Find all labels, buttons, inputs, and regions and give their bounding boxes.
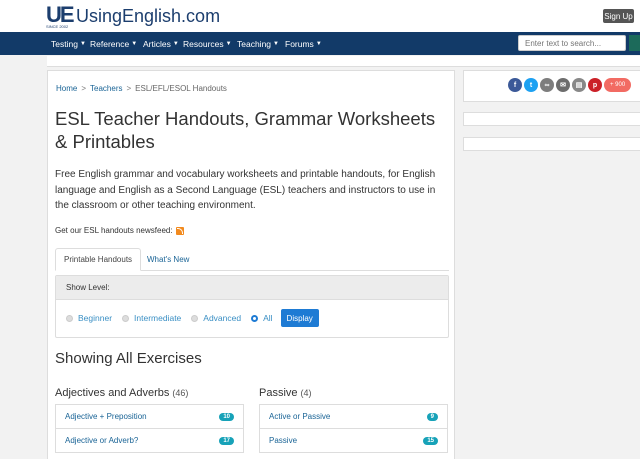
content-strip — [47, 56, 640, 67]
count-badge: 17 — [219, 436, 234, 445]
radio-advanced[interactable] — [191, 314, 199, 322]
radio-beginner[interactable] — [66, 314, 73, 322]
nav-articles[interactable]: Articles ▼ — [143, 32, 179, 55]
category-list: Active or Passive 9 Passive 15 — [259, 404, 448, 453]
category-heading: Adjectives and Adverbs (46) — [55, 387, 189, 399]
caret-down-icon: ▼ — [131, 40, 138, 47]
breadcrumb-home[interactable]: Home — [56, 84, 77, 93]
level-beginner-option[interactable]: Beginner — [66, 313, 112, 323]
logo-mark: UE SINCE 2002 — [46, 2, 75, 30]
email-icon[interactable]: ✉ — [556, 78, 570, 92]
caret-down-icon: ▼ — [273, 40, 279, 47]
page-intro: Free English grammar and vocabulary work… — [55, 169, 436, 211]
display-button[interactable]: Display — [280, 309, 319, 327]
top-bar: UE SINCE 2002 UsingEnglish.com Sign Up — [0, 0, 640, 32]
sidebar-box — [463, 112, 640, 126]
list-item[interactable]: Adjective or Adverb? 17 — [56, 429, 243, 453]
pinterest-icon[interactable]: p — [588, 78, 602, 92]
list-item[interactable]: Adjective + Preposition 10 — [56, 405, 243, 429]
radio-intermediate[interactable] — [122, 314, 130, 322]
share-count-button[interactable]: + 900 — [604, 78, 632, 92]
breadcrumb: Home > Teachers > ESL/EFL/ESOL Handouts — [56, 84, 227, 93]
sign-up-button[interactable]: Sign Up — [603, 9, 634, 23]
main-content: Home > Teachers > ESL/EFL/ESOL Handouts ESL … — [47, 70, 455, 459]
caret-down-icon: ▼ — [172, 40, 179, 47]
search-input[interactable] — [518, 35, 626, 51]
facebook-icon[interactable]: f — [508, 78, 522, 92]
rss-icon[interactable] — [175, 226, 184, 235]
count-badge: 9 — [426, 412, 438, 421]
breadcrumb-current: ESL/EFL/ESOL Handouts — [135, 84, 227, 93]
level-advanced-option[interactable]: Advanced — [191, 313, 241, 323]
count-badge: 10 — [219, 412, 234, 421]
level-filter-panel: Show Level: Beginner Intermediate Advanc… — [55, 275, 449, 338]
caret-down-icon: ▼ — [79, 40, 86, 47]
caret-down-icon: ▼ — [315, 40, 322, 47]
site-logo[interactable]: UE SINCE 2002 UsingEnglish.com — [46, 2, 221, 30]
share-bar: f t ∞ ✉ ▤ p + 900 — [508, 78, 632, 92]
breadcrumb-teachers[interactable]: Teachers — [90, 84, 122, 93]
tab-whats-new[interactable]: What's New — [139, 248, 197, 270]
category-list: Adjective + Preposition 10 Adjective or A… — [55, 404, 244, 453]
level-options: Beginner Intermediate Advanced All Displ… — [66, 309, 319, 327]
level-all-option[interactable]: All — [251, 313, 273, 323]
nav-reference[interactable]: Reference ▼ — [90, 32, 137, 55]
category-heading: Passive (4) — [259, 387, 312, 399]
caret-down-icon: ▼ — [225, 40, 232, 47]
count-badge: 15 — [423, 436, 438, 445]
page-title: ESL Teacher Handouts, Grammar Worksheets… — [55, 108, 436, 152]
sidebar-box — [463, 137, 640, 151]
section-heading: Showing All Exercises — [55, 350, 202, 367]
list-item[interactable]: Active or Passive 9 — [260, 405, 447, 429]
site-name: UsingEnglish.com — [76, 6, 221, 26]
nav-forums[interactable]: Forums ▼ — [285, 32, 322, 55]
search-button[interactable] — [629, 35, 640, 51]
level-intermediate-option[interactable]: Intermediate — [122, 313, 181, 323]
tab-printable-handouts[interactable]: Printable Handouts — [55, 248, 142, 271]
nav-resources[interactable]: Resources ▼ — [183, 32, 232, 55]
tab-bar: Printable Handouts What's New — [55, 248, 449, 271]
nav-teaching[interactable]: Teaching ▼ — [237, 32, 279, 55]
level-filter-label: Show Level: — [56, 276, 448, 300]
nav-testing[interactable]: Testing ▼ — [51, 32, 86, 55]
print-icon[interactable]: ▤ — [572, 78, 586, 92]
list-item[interactable]: Passive 15 — [260, 429, 447, 453]
link-icon[interactable]: ∞ — [540, 78, 554, 92]
radio-all[interactable] — [251, 314, 259, 322]
twitter-icon[interactable]: t — [524, 78, 538, 92]
newsfeed-line: Get our ESL handouts newsfeed: — [55, 226, 184, 235]
